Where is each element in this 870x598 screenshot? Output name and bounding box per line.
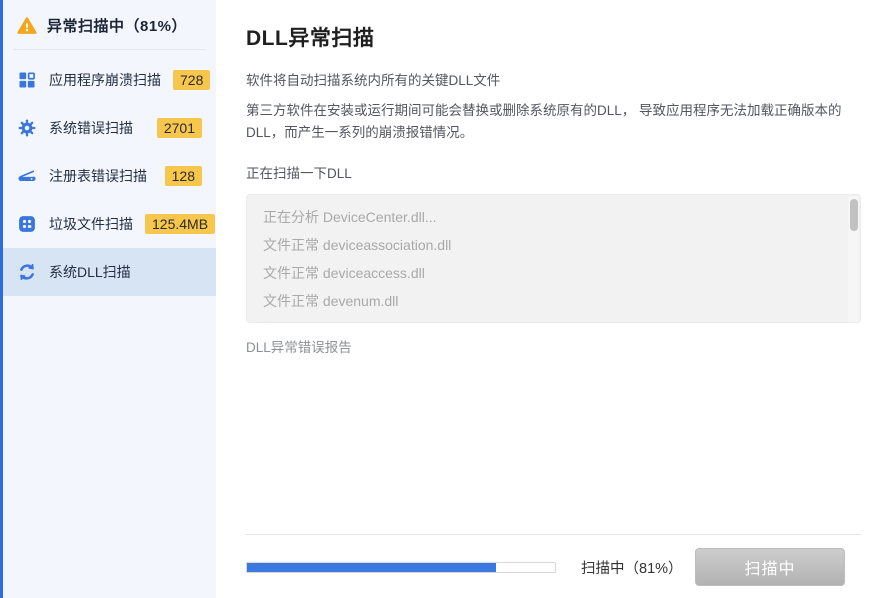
sidebar-item-label: 系统DLL扫描 bbox=[49, 262, 202, 282]
sidebar-item-system-dll-scan[interactable]: 系统DLL扫描 bbox=[3, 248, 216, 296]
sidebar-item-system-error-scan[interactable]: 系统错误扫描 2701 bbox=[3, 104, 216, 152]
count-badge: 728 bbox=[173, 70, 210, 90]
scan-explanation: 第三方软件在安装或运行期间可能会替换或删除系统原有的DLL， 导致应用程序无法加… bbox=[246, 100, 846, 143]
sidebar-divider bbox=[13, 49, 206, 50]
log-line: 文件正常 DevDispItemProvider.dll bbox=[263, 315, 840, 323]
scanning-status-label: 正在扫描一下DLL bbox=[246, 162, 861, 182]
progress-label: 扫描中（81%） bbox=[581, 557, 683, 578]
sidebar-item-label: 系统错误扫描 bbox=[49, 118, 145, 138]
warning-icon bbox=[17, 16, 37, 36]
scan-status-title: 异常扫描中（81%） bbox=[47, 15, 187, 36]
sidebar-item-junk-file-scan[interactable]: 垃圾文件扫描 125.4MB bbox=[3, 200, 216, 248]
main-content: DLL异常扫描 软件将自动扫描系统内所有的关键DLL文件 第三方软件在安装或运行… bbox=[216, 0, 870, 598]
log-line: 文件正常 deviceassociation.dll bbox=[263, 231, 840, 259]
log-line: 文件正常 devenum.dll bbox=[263, 287, 840, 315]
footer-divider bbox=[246, 534, 861, 535]
gear-icon bbox=[17, 118, 37, 138]
report-label: DLL异常错误报告 bbox=[246, 336, 861, 356]
scan-log[interactable]: 正在分析 DeviceCenter.dll... 文件正常 deviceasso… bbox=[246, 194, 861, 323]
sidebar: 异常扫描中（81%） 应用程序崩溃扫描 728 bbox=[3, 0, 216, 598]
scan-description: 软件将自动扫描系统内所有的关键DLL文件 bbox=[246, 69, 861, 89]
scan-button[interactable]: 扫描中 bbox=[695, 548, 845, 586]
app-grid-icon bbox=[17, 70, 37, 90]
sidebar-item-label: 垃圾文件扫描 bbox=[49, 214, 133, 234]
sidebar-item-registry-error-scan[interactable]: 注册表错误扫描 128 bbox=[3, 152, 216, 200]
progress-fill bbox=[247, 563, 496, 572]
refresh-icon bbox=[17, 262, 37, 282]
sidebar-item-label: 应用程序崩溃扫描 bbox=[49, 70, 161, 90]
log-line: 文件正常 deviceaccess.dll bbox=[263, 259, 840, 287]
scan-status-header: 异常扫描中（81%） bbox=[3, 0, 216, 49]
count-badge: 125.4MB bbox=[145, 214, 215, 234]
footer: 扫描中（81%） 扫描中 bbox=[246, 547, 845, 587]
sidebar-item-app-crash-scan[interactable]: 应用程序崩溃扫描 728 bbox=[3, 56, 216, 104]
count-badge: 128 bbox=[165, 166, 202, 186]
log-scrollbar-thumb[interactable] bbox=[850, 199, 858, 231]
sidebar-item-label: 注册表错误扫描 bbox=[49, 166, 153, 186]
progress-bar bbox=[246, 562, 556, 573]
scanner-icon bbox=[17, 166, 37, 186]
count-badge: 2701 bbox=[157, 118, 202, 138]
page-title: DLL异常扫描 bbox=[246, 22, 861, 52]
log-scrollbar[interactable] bbox=[848, 196, 859, 323]
log-line: 正在分析 DeviceCenter.dll... bbox=[263, 203, 840, 231]
keypad-icon bbox=[17, 214, 37, 234]
